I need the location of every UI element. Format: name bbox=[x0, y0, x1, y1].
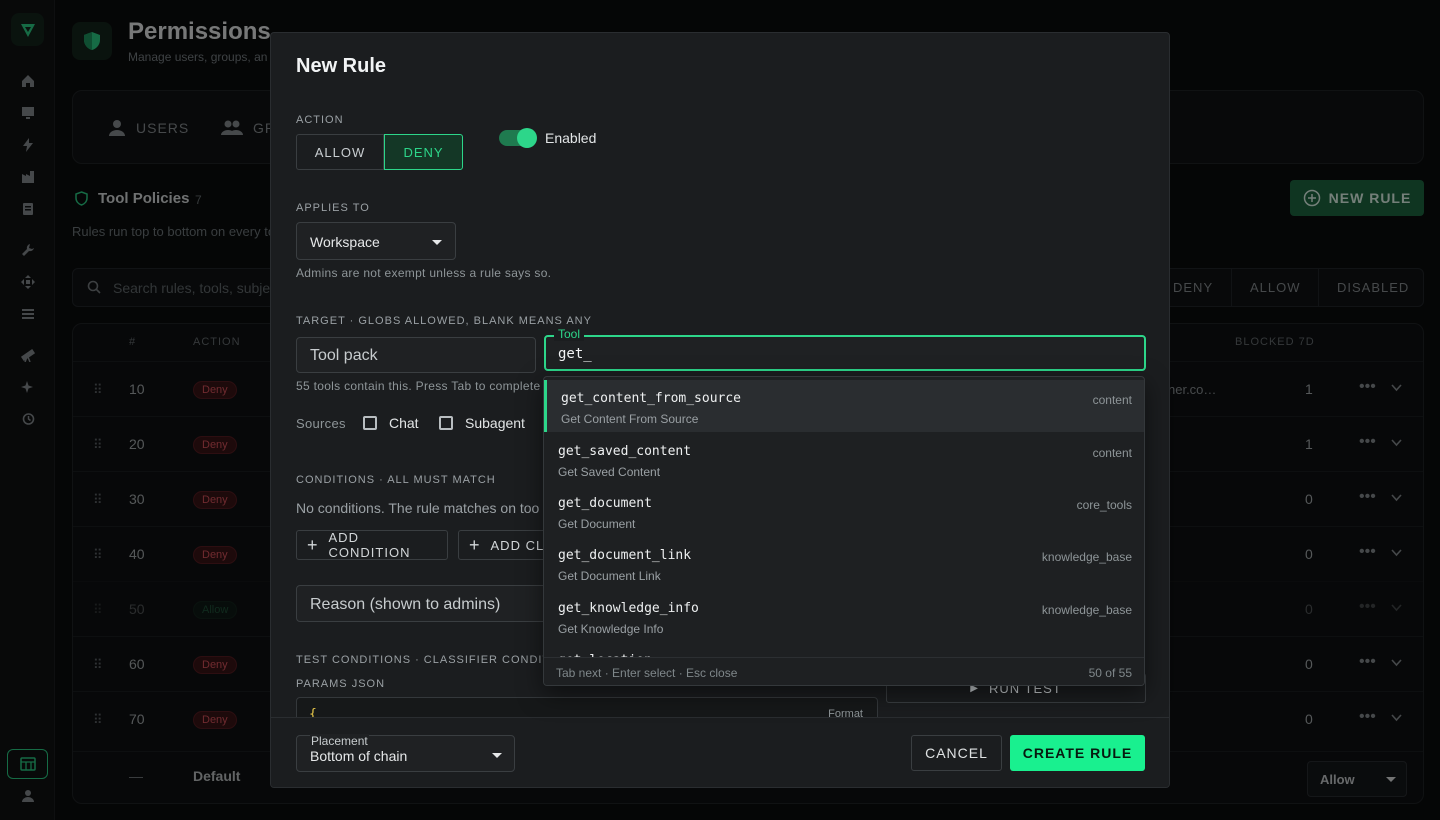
autocomplete-footer: Tab next · Enter select · Esc close 50 o… bbox=[544, 657, 1144, 685]
enabled-switch[interactable] bbox=[499, 128, 537, 148]
tool-pack-input[interactable]: Tool pack bbox=[296, 337, 536, 373]
applies-to-value: Workspace bbox=[310, 234, 380, 250]
reason-input[interactable]: Reason (shown to admins) bbox=[296, 585, 556, 622]
dialog-title: New Rule bbox=[296, 55, 387, 77]
subagent-label: Subagent bbox=[465, 415, 525, 431]
applies-to-select[interactable]: Workspace bbox=[296, 222, 456, 260]
tool-field-label: Tool bbox=[554, 327, 585, 341]
tool-input-value: get_ bbox=[558, 346, 592, 362]
params-json-label: PARAMS JSON bbox=[296, 678, 386, 690]
create-rule-button[interactable]: CREATE RULE bbox=[1010, 735, 1145, 771]
result-count: 50 of 55 bbox=[1088, 666, 1132, 680]
option-name: get_document_link bbox=[558, 548, 692, 563]
applies-to-label: APPLIES TO bbox=[296, 202, 370, 214]
keyboard-hint: Tab next · Enter select · Esc close bbox=[556, 666, 738, 680]
option-description: Get Document Link bbox=[558, 569, 661, 583]
option-name: get_document bbox=[558, 496, 652, 511]
sources-label: Sources bbox=[296, 416, 346, 431]
chat-checkbox[interactable] bbox=[363, 416, 377, 430]
placement-value: Bottom of chain bbox=[310, 748, 408, 764]
action-label: ACTION bbox=[296, 114, 344, 126]
list-item[interactable]: get_saved_content Get Saved Content cont… bbox=[544, 433, 1144, 485]
placement-label: Placement bbox=[310, 734, 369, 748]
deny-option[interactable]: DENY bbox=[384, 134, 463, 170]
option-group: content bbox=[1092, 446, 1132, 460]
list-item[interactable]: get_document Get Document core_tools bbox=[544, 485, 1144, 537]
cancel-button[interactable]: CANCEL bbox=[911, 735, 1002, 771]
plus-icon: + bbox=[307, 534, 319, 555]
option-name: get_saved_content bbox=[558, 444, 692, 459]
option-group: knowledge_base bbox=[1041, 550, 1132, 564]
list-item[interactable]: get_content_from_source Get Content From… bbox=[544, 380, 1144, 432]
add-condition-button[interactable]: + ADD CONDITION bbox=[296, 530, 448, 560]
chat-label: Chat bbox=[389, 415, 419, 431]
option-description: Get Document bbox=[558, 517, 636, 531]
option-group: content bbox=[1092, 393, 1132, 407]
list-item[interactable]: get_knowledge_info Get Knowledge Info kn… bbox=[544, 590, 1144, 642]
option-description: Get Content From Source bbox=[561, 412, 699, 426]
add-condition-label: ADD CONDITION bbox=[328, 530, 411, 560]
target-label: TARGET · GLOBS ALLOWED, BLANK MEANS ANY bbox=[296, 315, 592, 327]
list-item[interactable]: get_document_link Get Document Link know… bbox=[544, 537, 1144, 589]
option-description: Get Knowledge Info bbox=[558, 622, 664, 636]
reason-placeholder: Reason (shown to admins) bbox=[310, 596, 501, 613]
caret-down-icon bbox=[432, 240, 442, 245]
allow-option[interactable]: ALLOW bbox=[296, 134, 384, 170]
option-name: get_knowledge_info bbox=[558, 601, 699, 616]
option-group: knowledge_base bbox=[1041, 603, 1132, 617]
enabled-label: Enabled bbox=[545, 130, 597, 146]
tool-autocomplete-list: get_content_from_source Get Content From… bbox=[543, 376, 1145, 686]
test-conditions-label: TEST CONDITIONS · CLASSIFIER CONDITIC bbox=[296, 654, 564, 666]
applies-to-help: Admins are not exempt unless a rule says… bbox=[296, 266, 552, 280]
plus-icon: + bbox=[469, 534, 481, 555]
caret-down-icon bbox=[492, 753, 502, 758]
conditions-label: CONDITIONS · ALL MUST MATCH bbox=[296, 474, 496, 486]
placement-select[interactable]: Placement Bottom of chain bbox=[296, 734, 515, 772]
dialog-footer: Placement Bottom of chain CANCEL CREATE … bbox=[271, 717, 1169, 787]
action-toggle-group: ALLOW DENY bbox=[296, 134, 463, 170]
option-group: core_tools bbox=[1076, 498, 1132, 512]
option-name: get_content_from_source bbox=[561, 391, 742, 406]
switch-knob bbox=[517, 128, 537, 148]
option-description: Get Saved Content bbox=[558, 465, 661, 479]
tool-pack-placeholder: Tool pack bbox=[310, 347, 378, 364]
subagent-checkbox[interactable] bbox=[439, 416, 453, 430]
conditions-empty: No conditions. The rule matches on too bbox=[296, 500, 540, 516]
tool-input[interactable]: Tool get_ bbox=[544, 327, 1146, 371]
tool-help: 55 tools contain this. Press Tab to comp… bbox=[296, 379, 541, 393]
